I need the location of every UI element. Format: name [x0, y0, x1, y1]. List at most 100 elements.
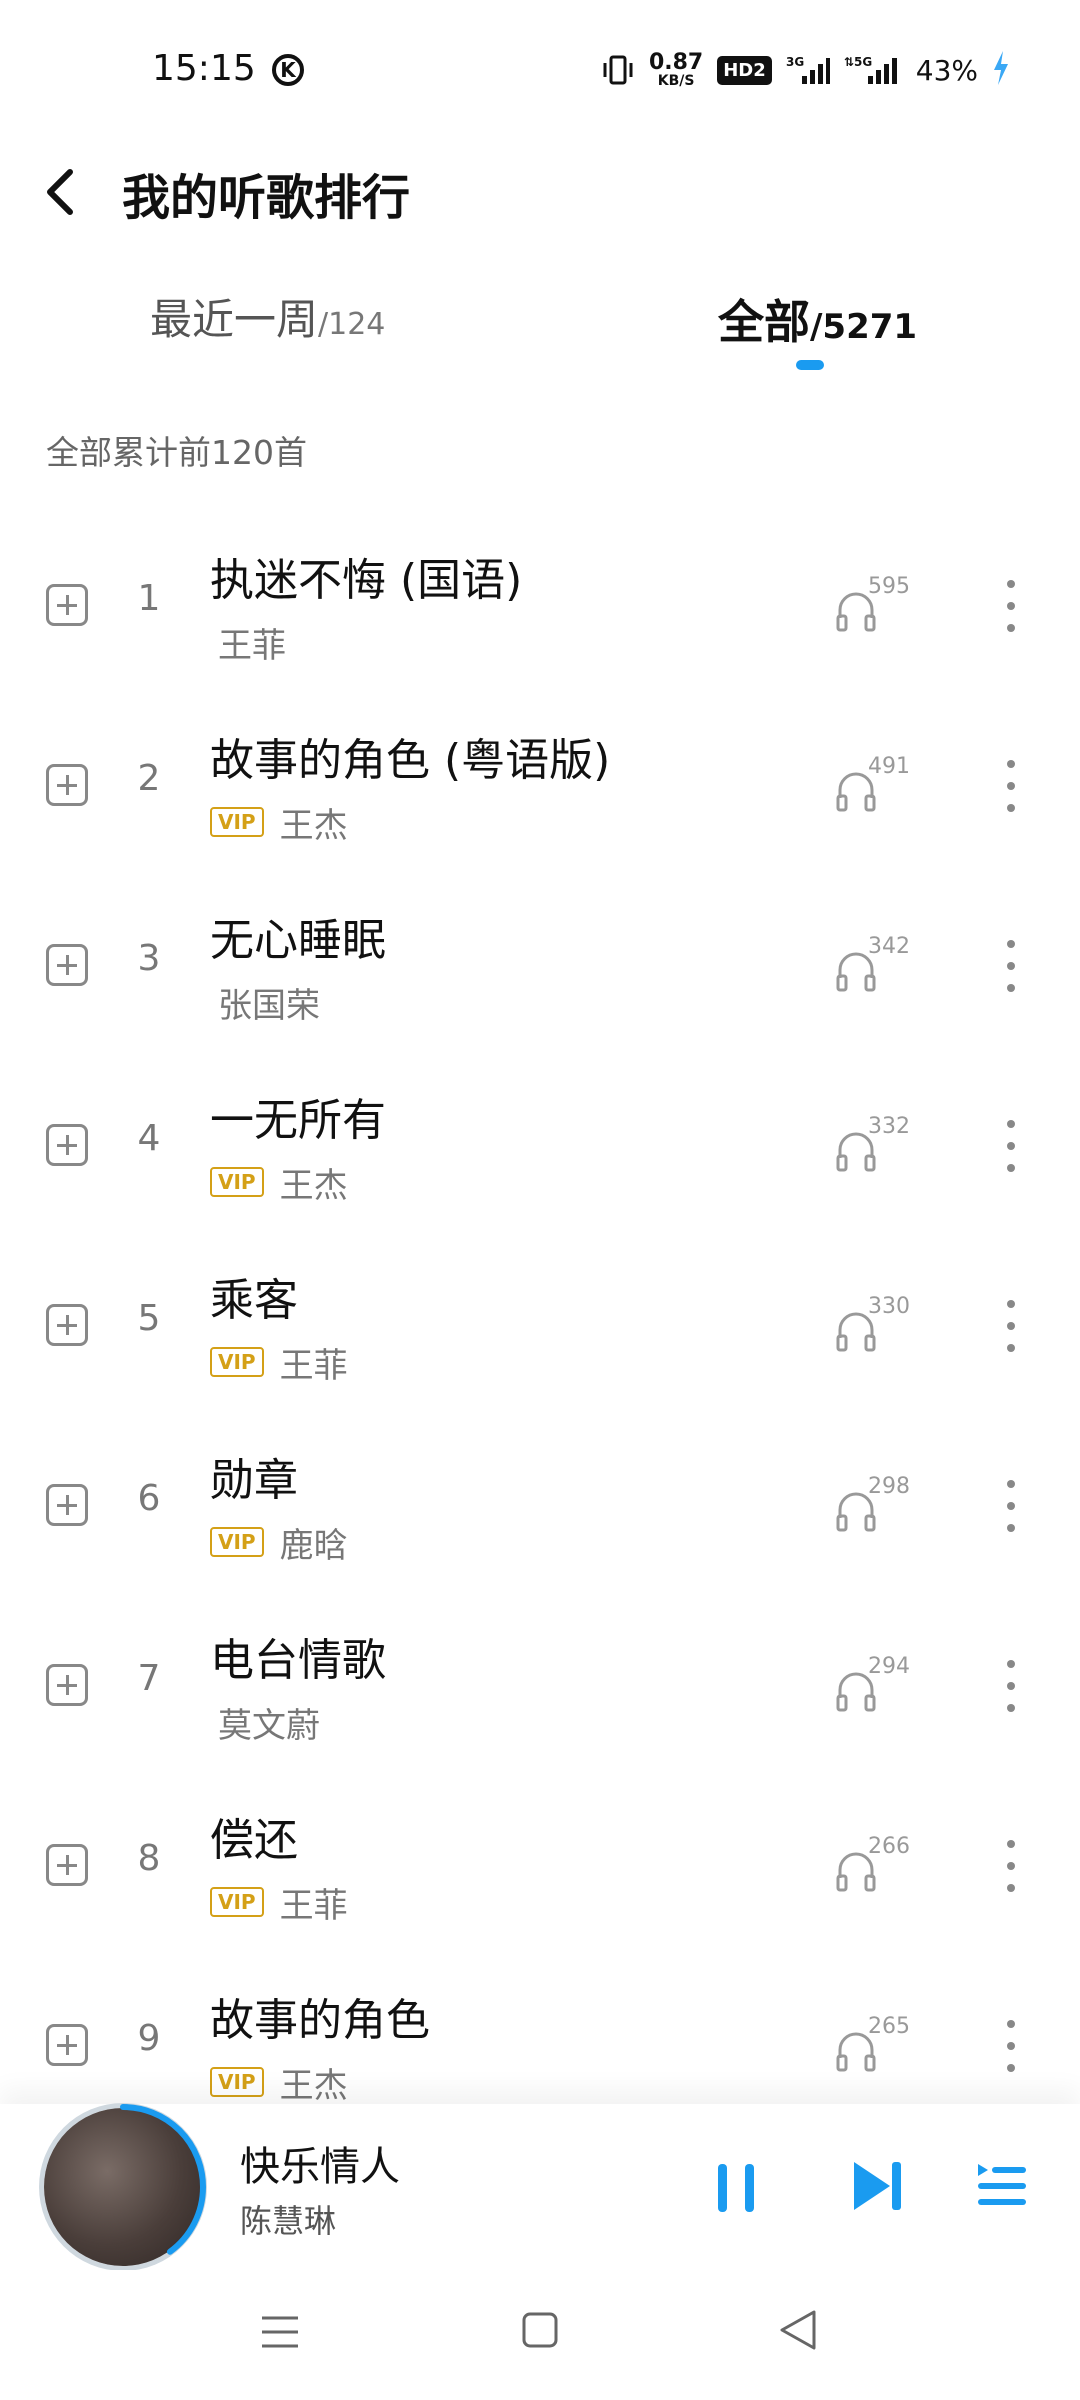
- more-options-icon[interactable]: [996, 2018, 1026, 2074]
- k-app-icon: K: [272, 54, 304, 86]
- song-row[interactable]: 5 乘客 VIP 王菲 330: [0, 1236, 1080, 1416]
- song-rank: 4: [137, 1118, 161, 1159]
- song-title: 无心睡眠: [210, 915, 386, 966]
- more-options-icon[interactable]: [996, 578, 1026, 634]
- add-to-playlist-icon[interactable]: [46, 2024, 88, 2066]
- more-options-icon[interactable]: [996, 1298, 1026, 1354]
- play-count-value: 595: [868, 574, 910, 599]
- tab-recent-week[interactable]: 最近一周/124: [150, 286, 385, 347]
- now-playing-artist: 陈慧琳: [240, 2202, 337, 2240]
- more-options-icon[interactable]: [996, 758, 1026, 814]
- song-meta: 王菲: [210, 622, 286, 666]
- song-meta: VIP 王杰: [210, 1162, 348, 1206]
- add-to-playlist-icon[interactable]: [46, 1304, 88, 1346]
- tab-all-label: 全部: [718, 295, 810, 349]
- more-options-icon[interactable]: [996, 1658, 1026, 1714]
- active-tab-indicator: [796, 360, 824, 370]
- song-title: 偿还: [210, 1815, 298, 1866]
- song-artist: 莫文蔚: [218, 1705, 320, 1746]
- play-count-value: 342: [868, 934, 910, 959]
- play-count: 595: [836, 574, 916, 638]
- song-rank: 1: [137, 578, 161, 619]
- song-row[interactable]: 1 执迷不悔 (国语) 王菲 595: [0, 516, 1080, 696]
- tab-all-count: /5271: [810, 307, 918, 347]
- mini-player[interactable]: 快乐情人 陈慧琳: [0, 2104, 1080, 2270]
- play-count: 298: [836, 1474, 916, 1538]
- tab-recent-week-label: 最近一周: [150, 295, 319, 344]
- add-to-playlist-icon[interactable]: [46, 584, 88, 626]
- next-track-icon[interactable]: [850, 2158, 906, 2214]
- add-to-playlist-icon[interactable]: [46, 1844, 88, 1886]
- playback-progress-ring: [40, 2104, 206, 2270]
- song-rank: 9: [137, 2018, 161, 2059]
- charging-icon: [992, 51, 1010, 89]
- play-count-value: 332: [868, 1114, 910, 1139]
- play-count: 294: [836, 1654, 916, 1718]
- song-artist: 张国荣: [218, 985, 320, 1026]
- song-rank: 6: [137, 1478, 161, 1519]
- vip-badge: VIP: [210, 1887, 264, 1917]
- song-row[interactable]: 7 电台情歌 莫文蔚 294: [0, 1596, 1080, 1776]
- play-count: 332: [836, 1114, 916, 1178]
- signal-5g-icon: ⇅5G: [844, 54, 902, 86]
- song-row[interactable]: 2 故事的角色 (粤语版) VIP 王杰 491: [0, 696, 1080, 876]
- vip-badge: VIP: [210, 2067, 264, 2097]
- nav-back-icon[interactable]: [778, 2308, 818, 2356]
- song-rank: 7: [137, 1658, 161, 1699]
- home-icon[interactable]: [520, 2308, 560, 2356]
- vip-badge: VIP: [210, 1347, 264, 1377]
- song-meta: VIP 王杰: [210, 802, 348, 846]
- add-to-playlist-icon[interactable]: [46, 944, 88, 986]
- vip-badge: VIP: [210, 1167, 264, 1197]
- play-count: 265: [836, 2014, 916, 2078]
- play-count-value: 298: [868, 1474, 910, 1499]
- pause-icon[interactable]: [712, 2162, 760, 2214]
- add-to-playlist-icon[interactable]: [46, 1124, 88, 1166]
- song-artist: 王菲: [218, 625, 286, 666]
- header: 我的听歌排行: [0, 140, 1080, 260]
- section-label: 全部累计前120首: [46, 433, 307, 472]
- song-title: 故事的角色 (粤语版): [210, 735, 611, 786]
- song-title: 电台情歌: [210, 1635, 386, 1686]
- song-list: 1 执迷不悔 (国语) 王菲 595 2 故事的角色 (粤语版) VIP 王杰: [0, 516, 1080, 2136]
- add-to-playlist-icon[interactable]: [46, 1484, 88, 1526]
- add-to-playlist-icon[interactable]: [46, 1664, 88, 1706]
- song-artist: 鹿晗: [279, 1525, 348, 1566]
- playlist-icon[interactable]: [976, 2160, 1028, 2212]
- system-nav-bar: [0, 2270, 1080, 2400]
- more-options-icon[interactable]: [996, 1478, 1026, 1534]
- hd-badge: HD2: [717, 55, 772, 85]
- net-speed-unit: KB/S: [657, 73, 695, 89]
- more-options-icon[interactable]: [996, 938, 1026, 994]
- song-title: 执迷不悔 (国语): [210, 555, 523, 606]
- tab-bar: 最近一周/124 全部/5271: [0, 280, 1080, 390]
- more-options-icon[interactable]: [996, 1838, 1026, 1894]
- song-title: 一无所有: [210, 1095, 386, 1146]
- now-playing-title: 快乐情人: [240, 2144, 400, 2190]
- more-options-icon[interactable]: [996, 1118, 1026, 1174]
- play-count-value: 491: [868, 754, 910, 779]
- play-count: 342: [836, 934, 916, 998]
- add-to-playlist-icon[interactable]: [46, 764, 88, 806]
- song-row[interactable]: 4 一无所有 VIP 王杰 332: [0, 1056, 1080, 1236]
- recent-apps-icon[interactable]: [260, 2312, 300, 2356]
- song-row[interactable]: 8 偿还 VIP 王菲 266: [0, 1776, 1080, 1956]
- play-count: 266: [836, 1834, 916, 1898]
- song-rank: 5: [137, 1298, 161, 1339]
- status-icons: 0.87 KB/S HD2 3G ⇅5G 43%: [601, 48, 1010, 92]
- svg-text:3G: 3G: [786, 55, 804, 69]
- net-speed: 0.87 KB/S: [649, 52, 703, 89]
- tab-all[interactable]: 全部/5271: [718, 286, 917, 352]
- vip-badge: VIP: [210, 807, 264, 837]
- song-meta: 莫文蔚: [210, 1702, 320, 1746]
- song-artist: 王杰: [279, 805, 348, 846]
- song-row[interactable]: 6 勋章 VIP 鹿晗 298: [0, 1416, 1080, 1596]
- song-rank: 3: [137, 938, 161, 979]
- vibrate-icon: [601, 55, 635, 85]
- play-count-value: 266: [868, 1834, 910, 1859]
- tab-recent-week-count: /124: [318, 307, 386, 342]
- back-icon[interactable]: [38, 150, 98, 230]
- song-artist: 王菲: [279, 1345, 348, 1386]
- song-row[interactable]: 3 无心睡眠 张国荣 342: [0, 876, 1080, 1056]
- signal-3g-icon: 3G: [786, 54, 830, 86]
